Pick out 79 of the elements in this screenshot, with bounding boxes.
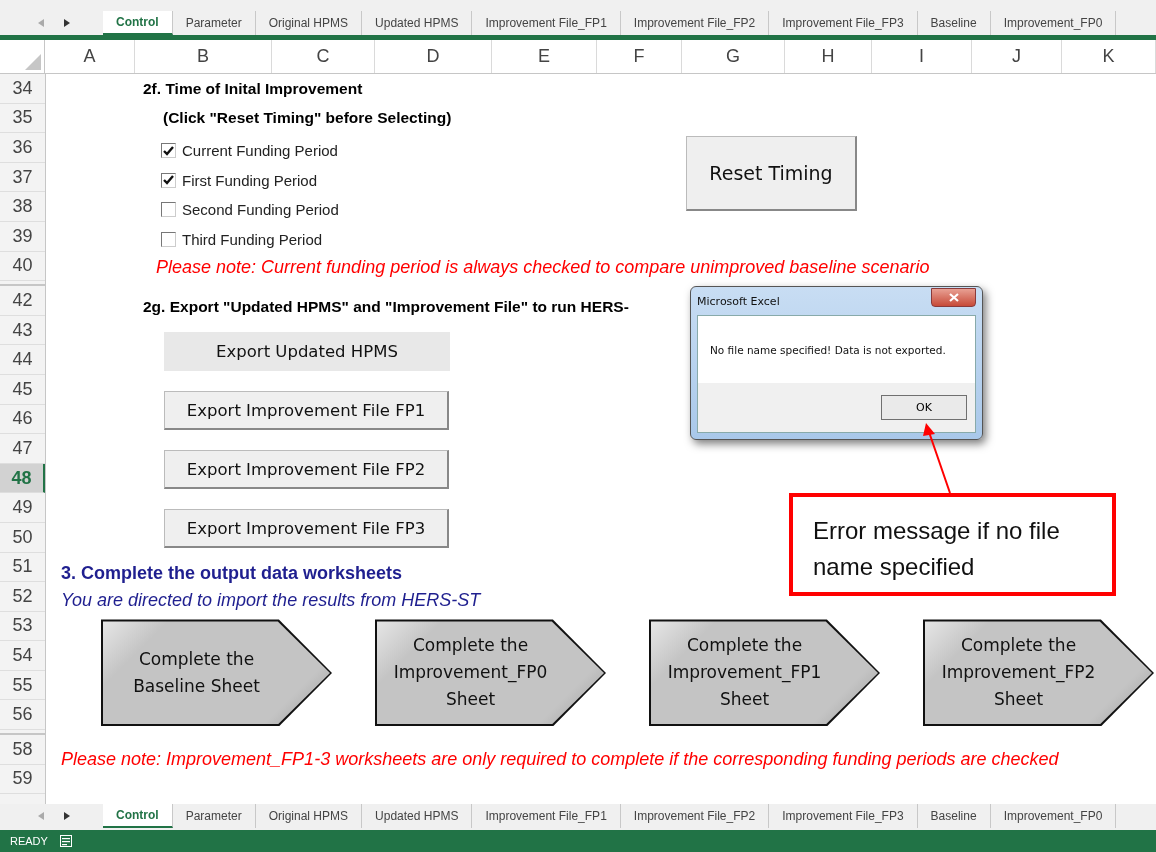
column-header[interactable]: K xyxy=(1062,40,1156,73)
column-header[interactable]: J xyxy=(972,40,1062,73)
export-button[interactable]: Export Improvement File FP1 xyxy=(164,391,449,431)
row-header[interactable]: 51 xyxy=(0,552,45,583)
dialog-message: No file name specified! Data is not exported. xyxy=(709,342,947,358)
row-header[interactable]: 47 xyxy=(0,434,45,464)
row-header[interactable]: 42 xyxy=(0,286,45,316)
row-header[interactable]: 53 xyxy=(0,611,45,642)
export-button[interactable]: Export Improvement File FP3 xyxy=(164,509,449,549)
export-button[interactable]: Export Improvement File FP2 xyxy=(164,450,449,490)
reset-timing-button[interactable]: Reset Timing xyxy=(686,136,857,211)
sheet-tab[interactable]: Parameter xyxy=(172,804,256,828)
sheet-tab[interactable]: Updated HPMS xyxy=(362,804,473,828)
column-header[interactable]: G xyxy=(682,40,785,73)
column-header[interactable]: H xyxy=(785,40,872,73)
arrow-button[interactable]: Complete the Baseline Sheet xyxy=(101,619,332,727)
row-header[interactable]: 49 xyxy=(0,493,45,523)
instruction-text: You are directed to import the results from HERS-ST xyxy=(61,589,481,613)
row-header[interactable]: 46 xyxy=(0,404,45,435)
row-header[interactable]: 35 xyxy=(0,103,45,134)
checkbox-label: Second Funding Period xyxy=(182,201,339,219)
checkbox[interactable] xyxy=(161,202,176,218)
row-header[interactable]: 56 xyxy=(0,700,45,731)
section-subheading: (Click "Reset Timing" before Selecting) xyxy=(163,108,452,128)
arrow-button[interactable]: Complete the Improvement_FP2 Sheet xyxy=(923,619,1154,727)
checkbox[interactable] xyxy=(161,172,176,188)
ok-button[interactable]: OK xyxy=(881,395,967,420)
row-header[interactable]: 45 xyxy=(0,374,45,405)
row-header[interactable]: 37 xyxy=(0,162,45,193)
row-header[interactable]: 58 xyxy=(0,735,45,765)
column-header[interactable]: B xyxy=(135,40,272,73)
row-header[interactable]: 40 xyxy=(0,251,45,282)
sheet-tab[interactable]: Improvement_FP0 xyxy=(990,804,1117,828)
column-header[interactable]: E xyxy=(492,40,597,73)
sheet-tab[interactable]: Improvement File_FP3 xyxy=(769,804,918,828)
row-header[interactable]: 55 xyxy=(0,670,45,701)
column-header[interactable]: F xyxy=(597,40,682,73)
sheet-tab[interactable]: Baseline xyxy=(917,804,991,828)
row-header[interactable]: 43 xyxy=(0,315,45,346)
arrow-button[interactable]: Complete the Improvement_FP1 Sheet xyxy=(649,619,880,727)
checkbox-label: Third Funding Period xyxy=(182,231,323,249)
sheet-tab[interactable]: Improvement File_FP2 xyxy=(620,804,770,828)
column-header[interactable]: I xyxy=(872,40,972,73)
row-header[interactable]: 59 xyxy=(0,764,45,795)
arrow-button[interactable]: Complete the Improvement_FP0 Sheet xyxy=(375,619,606,727)
note-text: Please note: Improvement_FP1-3 worksheets are only required to complete if the corresponding funding periods are checked xyxy=(61,748,1060,772)
sheet-tab[interactable]: Control xyxy=(103,11,173,35)
dialog-title: Microsoft Excel xyxy=(697,294,780,308)
close-icon xyxy=(948,292,959,302)
row-header[interactable]: 34 xyxy=(0,74,45,104)
checkbox-label: First Funding Period xyxy=(182,171,318,189)
callout-text: Error message if no file name specified xyxy=(813,517,1060,580)
section-heading: 2f. Time of Inital Improvement xyxy=(143,79,363,99)
row-header[interactable]: 54 xyxy=(0,641,45,671)
row-header[interactable]: 36 xyxy=(0,133,45,163)
row-header[interactable]: 44 xyxy=(0,345,45,375)
sheet-tab[interactable]: Control xyxy=(103,804,173,828)
checkbox[interactable] xyxy=(161,143,176,159)
status-text: READY xyxy=(10,835,48,847)
scroll-right-icon[interactable] xyxy=(64,812,70,820)
row-header[interactable]: 52 xyxy=(0,582,45,612)
column-header[interactable]: C xyxy=(272,40,375,73)
column-header[interactable]: A xyxy=(45,40,135,73)
section-heading: 3. Complete the output data worksheets xyxy=(61,562,403,586)
sheet-tab[interactable]: Improvement File_FP1 xyxy=(472,804,621,828)
section-heading: 2g. Export "Updated HPMS" and "Improvement File" to run HERS- xyxy=(143,297,629,318)
column-header[interactable]: D xyxy=(375,40,492,73)
note-text: Please note: Current funding period is always checked to compare unimproved baseline scenario xyxy=(156,256,931,280)
row-header[interactable]: 48 xyxy=(0,463,45,494)
export-button[interactable]: Export Updated HPMS xyxy=(164,332,450,372)
checkbox[interactable] xyxy=(161,232,176,248)
scroll-right-icon[interactable] xyxy=(64,19,70,27)
row-header[interactable]: 39 xyxy=(0,221,45,252)
sheet-tab[interactable]: Original HPMS xyxy=(255,804,363,828)
row-header[interactable]: 38 xyxy=(0,192,45,222)
checkbox-label: Current Funding Period xyxy=(182,142,338,160)
close-button[interactable] xyxy=(931,287,976,307)
macro-record-icon[interactable] xyxy=(59,835,72,847)
row-header[interactable]: 50 xyxy=(0,522,45,553)
